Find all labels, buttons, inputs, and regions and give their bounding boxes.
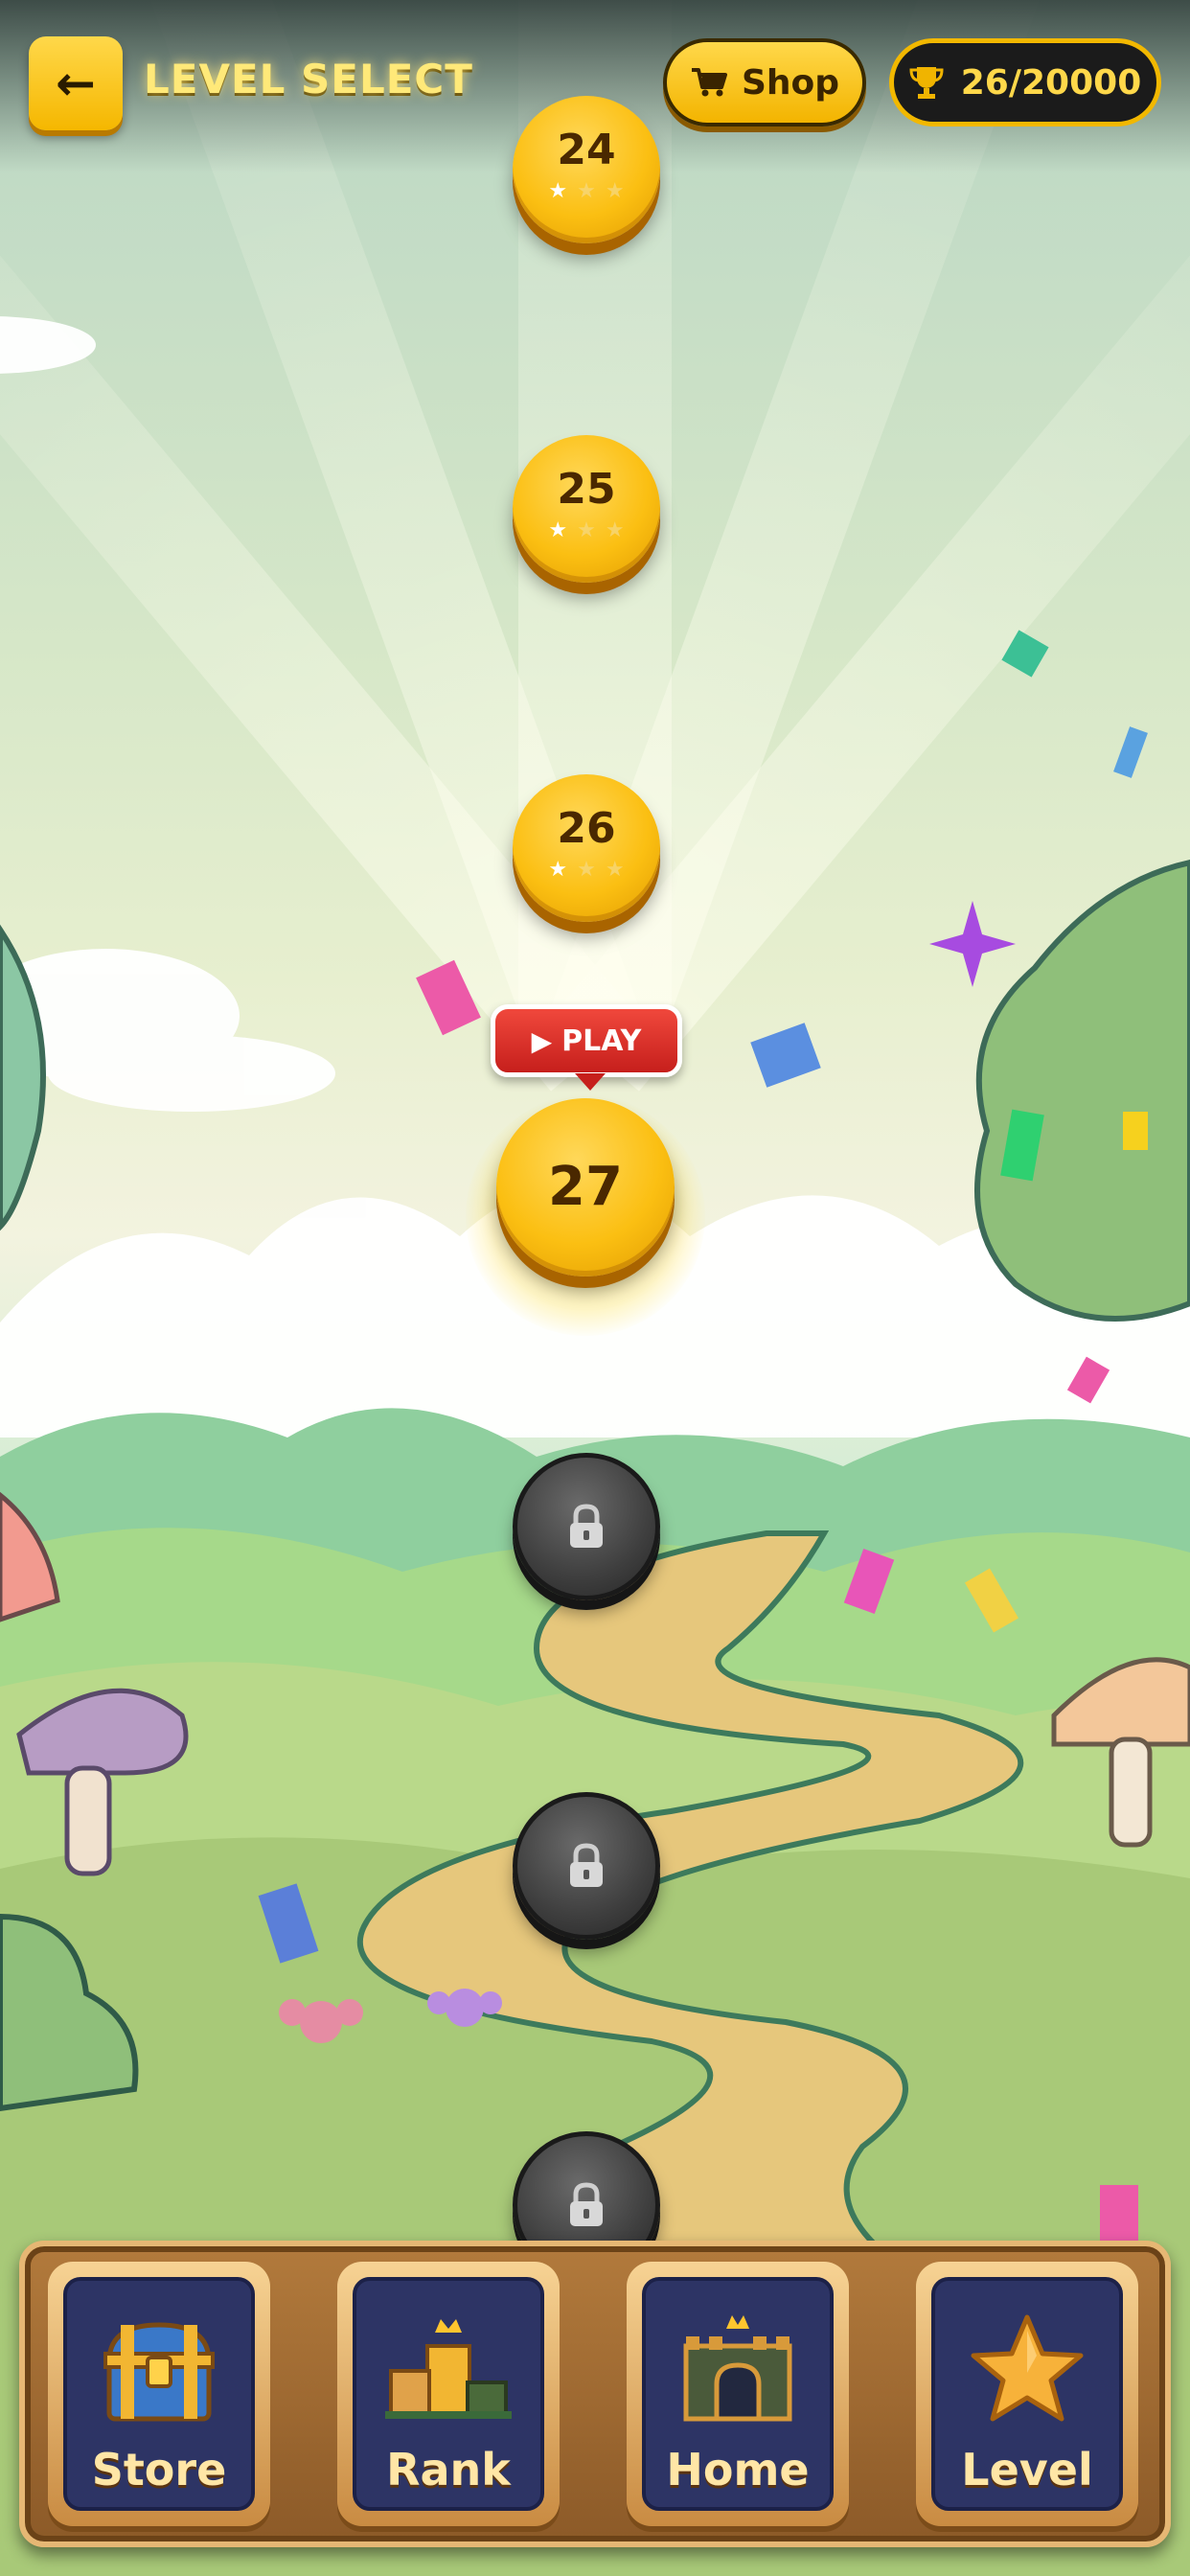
star-icon: ★ bbox=[605, 518, 625, 542]
shop-label: Shop bbox=[741, 62, 840, 103]
play-label: PLAY bbox=[561, 1024, 642, 1058]
level-stars: ★ ★ ★ bbox=[548, 860, 624, 881]
cart-icon bbox=[691, 68, 727, 97]
star-icon: ★ bbox=[548, 179, 568, 203]
level-node-27-current[interactable]: 27 bbox=[496, 1098, 675, 1276]
level-number: 25 bbox=[557, 465, 616, 514]
star-icon: ★ bbox=[577, 518, 596, 542]
level-number: 24 bbox=[557, 126, 616, 174]
shop-button[interactable]: Shop bbox=[663, 38, 866, 126]
lock-icon bbox=[570, 1504, 603, 1548]
nav-rank-label: Rank bbox=[386, 2444, 511, 2496]
castle-icon bbox=[683, 2315, 792, 2422]
level-number: 26 bbox=[557, 804, 616, 853]
lock-icon bbox=[570, 1843, 603, 1887]
star-icon: ★ bbox=[577, 858, 596, 882]
arrow-left-icon: ← bbox=[56, 56, 96, 111]
lock-icon bbox=[570, 2182, 603, 2226]
play-button-pointer bbox=[575, 1073, 606, 1091]
star-icon: ★ bbox=[605, 858, 625, 882]
nav-store-label: Store bbox=[91, 2444, 227, 2496]
level-select-screen: ← LEVEL SELECT Shop 26/20000 24 ★ ★ ★ 25… bbox=[0, 0, 1190, 2576]
nav-level-label: Level bbox=[961, 2444, 1093, 2496]
level-node-24[interactable]: 24 ★ ★ ★ bbox=[513, 96, 660, 243]
trophy-count: 26/20000 bbox=[960, 62, 1142, 103]
star-icon: ★ bbox=[577, 179, 596, 203]
star-icon: ★ bbox=[605, 179, 625, 203]
star-icon: ★ bbox=[548, 858, 568, 882]
level-node-25[interactable]: 25 ★ ★ ★ bbox=[513, 435, 660, 583]
nav-home[interactable]: Home bbox=[627, 2262, 849, 2526]
nav-rank[interactable]: Rank bbox=[337, 2262, 560, 2526]
play-icon: ▶ bbox=[531, 1024, 553, 1057]
nav-level[interactable]: Level bbox=[916, 2262, 1138, 2526]
podium-icon bbox=[385, 2319, 512, 2419]
star-icon: ★ bbox=[548, 518, 568, 542]
star-icon bbox=[971, 2314, 1084, 2422]
page-title: LEVEL SELECT bbox=[144, 56, 473, 103]
back-button[interactable]: ← bbox=[29, 36, 123, 130]
nav-store[interactable]: Store bbox=[48, 2262, 270, 2526]
trophy-counter: 26/20000 bbox=[889, 38, 1161, 126]
level-number: 27 bbox=[548, 1156, 623, 1218]
level-stars: ★ ★ ★ bbox=[548, 520, 624, 541]
play-button[interactable]: ▶ PLAY bbox=[491, 1004, 682, 1077]
treasure-chest-icon bbox=[103, 2322, 215, 2422]
level-node-locked[interactable] bbox=[513, 1792, 660, 1940]
nav-home-label: Home bbox=[666, 2444, 810, 2496]
level-node-26[interactable]: 26 ★ ★ ★ bbox=[513, 774, 660, 922]
level-node-locked[interactable] bbox=[513, 1453, 660, 1600]
trophy-icon bbox=[909, 67, 944, 99]
level-stars: ★ ★ ★ bbox=[548, 181, 624, 202]
